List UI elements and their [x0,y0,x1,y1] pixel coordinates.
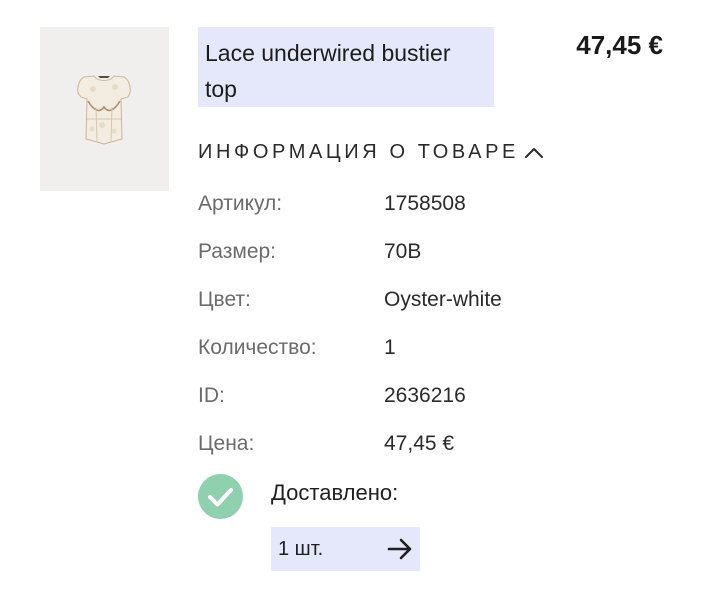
detail-label: Размер: [198,240,277,263]
product-details-list: Артикул: 1758508 Размер: 70B Цвет: Oyste… [198,180,618,468]
detail-value: 2636216 [384,384,466,407]
detail-value: 1 [384,336,396,359]
detail-label: Цена: [198,432,255,455]
detail-row-price: Цена: 47,45 € [198,420,618,468]
product-info-heading: ИНФОРМАЦИЯ О ТОВАРЕ [198,140,519,163]
product-price: 47,45 € [576,30,663,60]
detail-row-size: Размер: 70B [198,228,618,276]
detail-value: Oyster-white [384,288,502,311]
product-info-toggle[interactable]: ИНФОРМАЦИЯ О ТОВАРЕ [198,138,545,166]
lace-bustier-top-image [77,75,131,145]
detail-label: Количество: [198,336,317,359]
check-circle-icon [198,474,243,519]
detail-value: 1758508 [384,192,466,215]
detail-label: ID: [198,384,225,407]
product-title-text: Lace underwired bustier top [205,40,451,102]
detail-label: Артикул: [198,192,283,215]
detail-value: 70B [384,240,422,263]
product-title[interactable]: Lace underwired bustier top [198,27,494,107]
detail-label: Цвет: [198,288,251,311]
product-image[interactable] [40,27,169,191]
delivered-quantity-button[interactable]: 1 шт. [271,527,420,571]
detail-row-color: Цвет: Oyster-white [198,276,618,324]
delivered-quantity-label: 1 шт. [278,537,324,560]
detail-row-quantity: Количество: 1 [198,324,618,372]
checkmark-icon [208,488,233,507]
detail-row-article: Артикул: 1758508 [198,180,618,228]
chevron-up-icon [524,148,543,158]
arrow-right-icon [387,538,412,560]
detail-value: 47,45 € [384,432,455,455]
detail-row-id: ID: 2636216 [198,372,618,420]
delivery-status: Доставлено: [271,480,399,505]
